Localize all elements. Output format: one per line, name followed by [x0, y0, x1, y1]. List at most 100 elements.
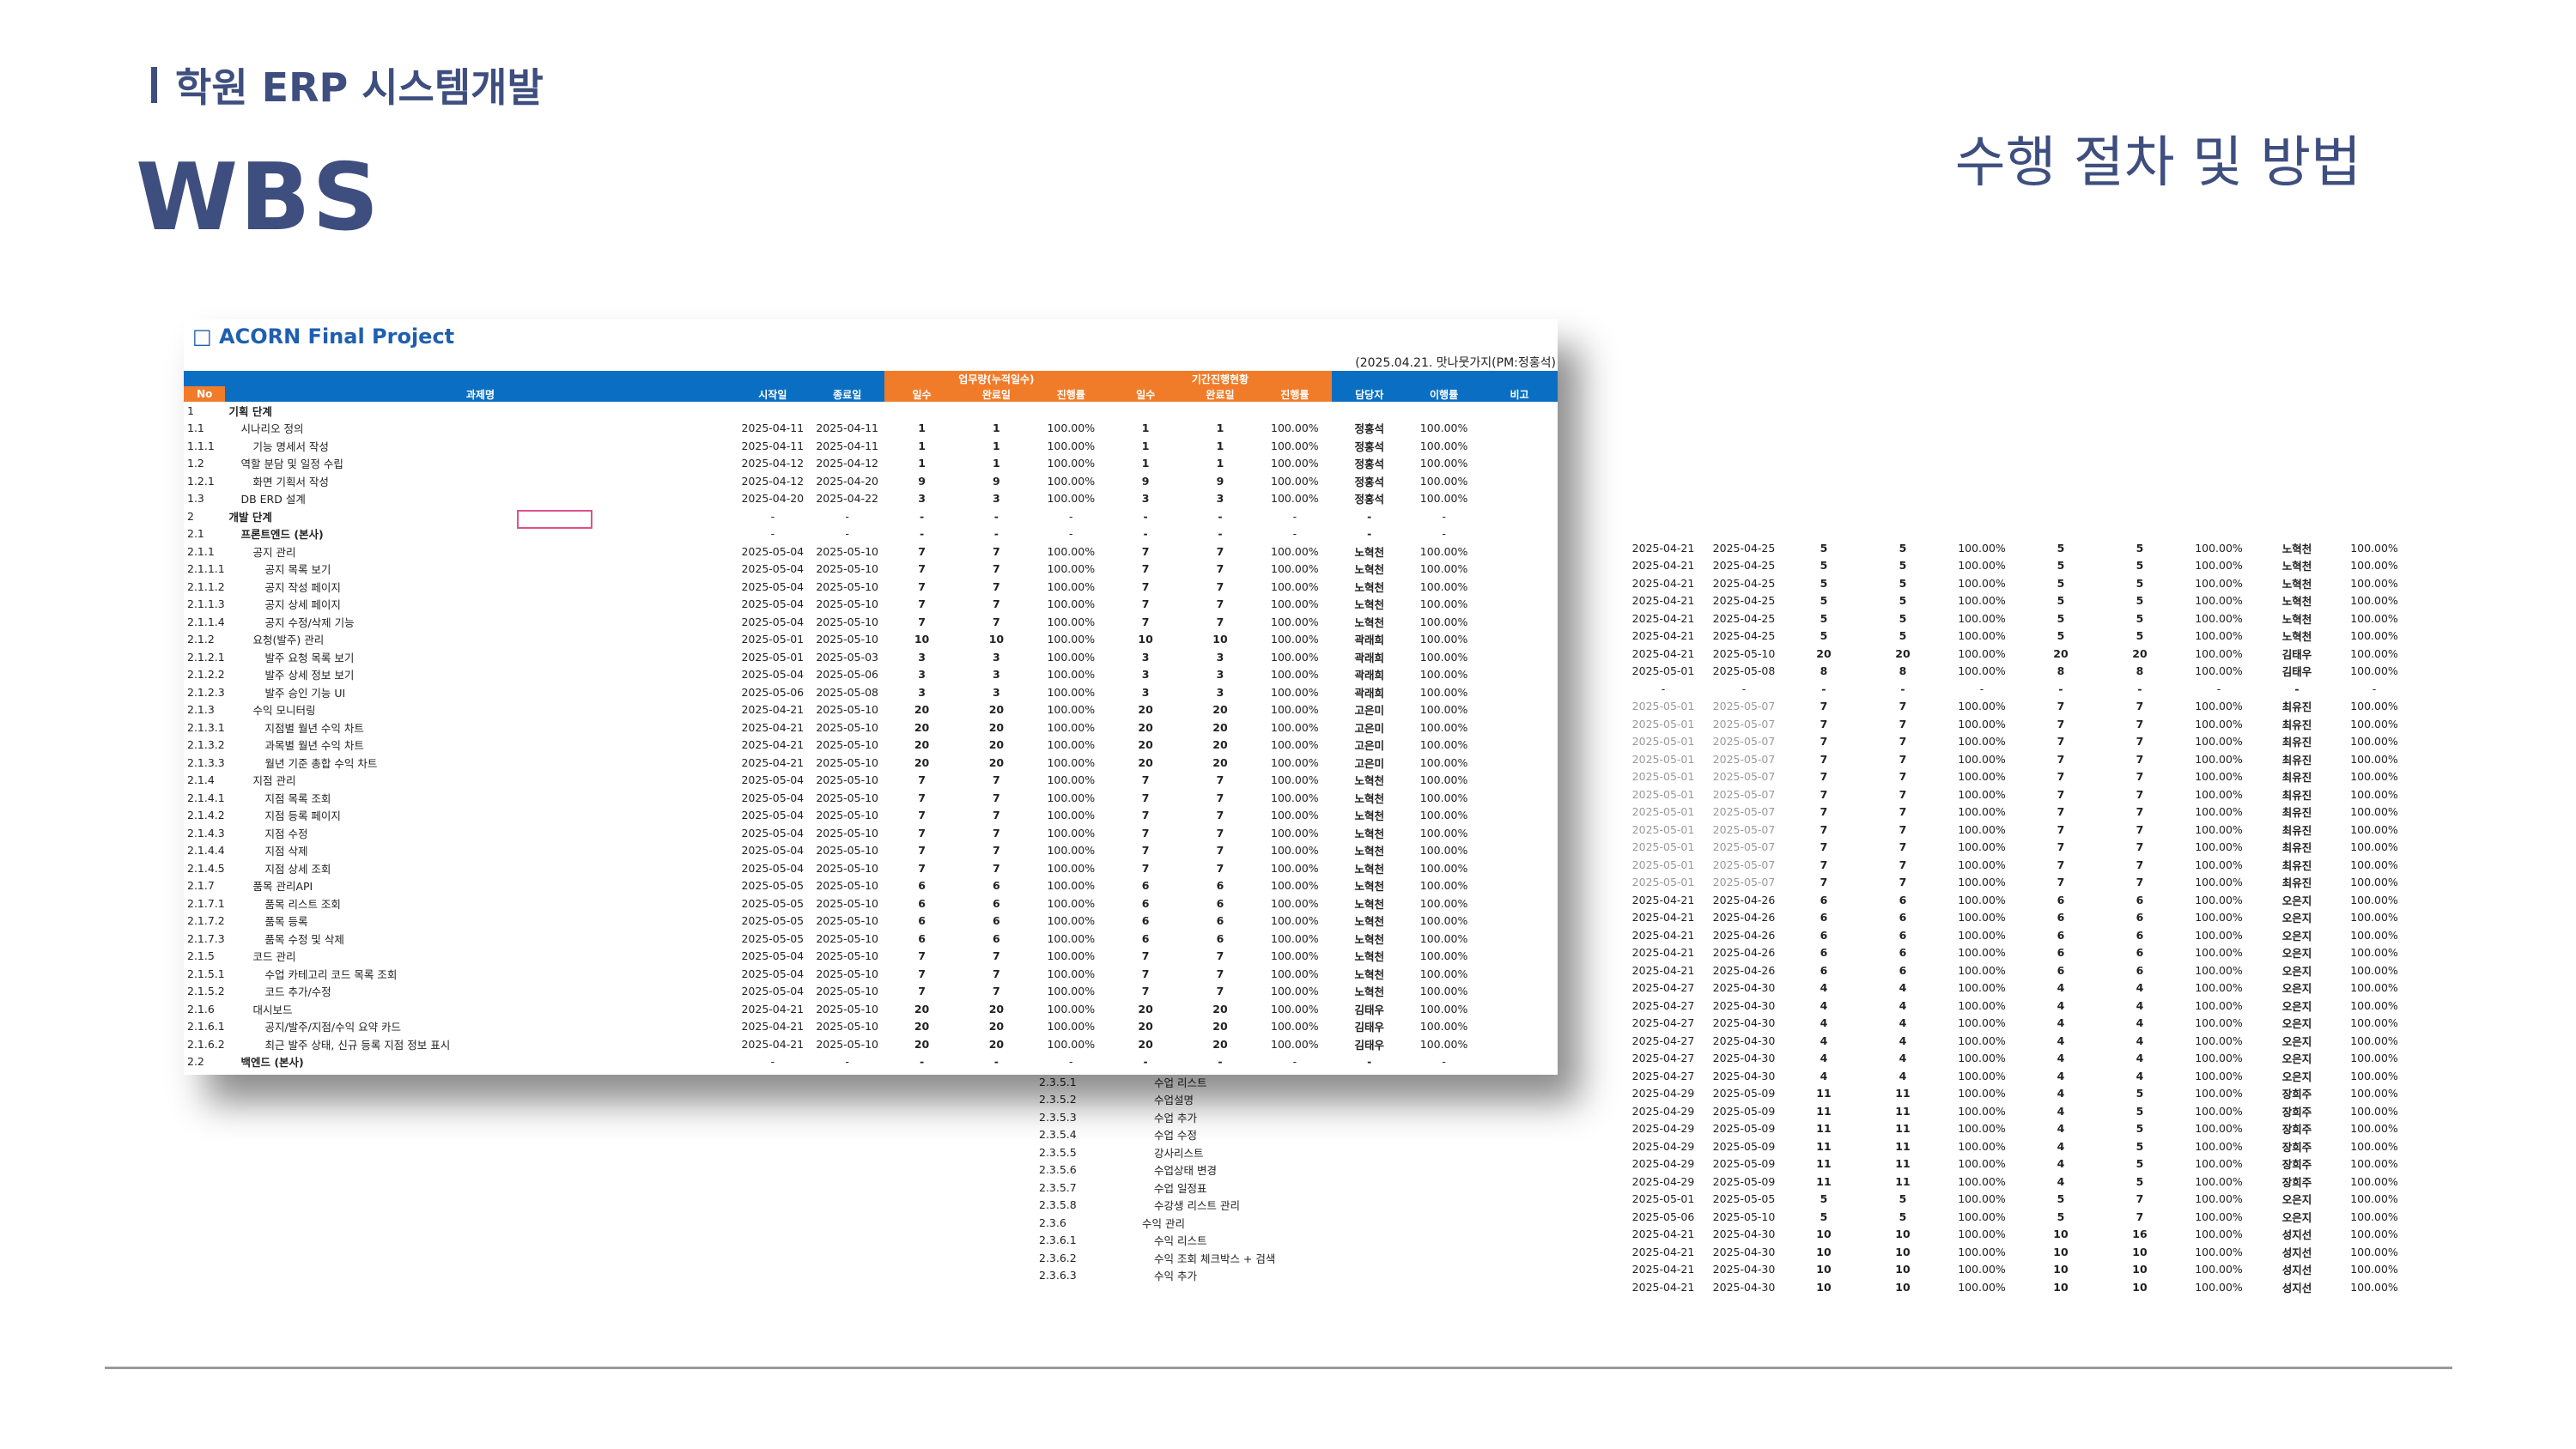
table-cell: 11: [1895, 1122, 1911, 1136]
table-cell: 100.00%: [1271, 703, 1319, 717]
table-cell: 7: [993, 809, 1000, 822]
table-cell: 100.00%: [1271, 492, 1319, 506]
table-cell: 2025-05-10: [816, 562, 878, 576]
table-cell: 1.1.1: [187, 439, 215, 452]
table-cell: 100.00%: [1047, 1037, 1096, 1051]
table-cell: 2025-05-07: [1712, 805, 1776, 819]
table-cell: 11: [1816, 1122, 1832, 1136]
table-cell: 100.00%: [1419, 597, 1468, 611]
table-cell: 장희주: [2281, 1158, 2312, 1172]
table-cell: 3: [918, 668, 926, 682]
table-cell: 3: [918, 650, 926, 664]
table-cell: 수업설명: [1154, 1094, 1194, 1107]
table-cell: 10: [1816, 1280, 1832, 1294]
table-cell: 20: [988, 720, 1005, 734]
table-cell: 2.3.6.2: [1039, 1251, 1077, 1264]
table-cell: 20: [914, 1002, 930, 1016]
table-cell: 10: [1895, 1245, 1911, 1258]
wbs-sheet-right: 2025-04-21 2025-04-25 5 5 100.00% 5 5 100.00% 노혁…: [1623, 539, 2413, 1296]
table-cell: 7: [1820, 822, 1828, 836]
table-row: 1.1 시나리오 정의 2025-04-11 2025-04-11 1 1 100.00% 1…: [184, 420, 1558, 438]
table-cell: 100.00%: [1419, 615, 1468, 628]
table-cell: 6: [993, 931, 1000, 945]
table-cell: 5: [2136, 1174, 2144, 1188]
table-row: 2.1.4.4 지점 삭제 2025-05-04 2025-05-10 7 7 100.00…: [184, 842, 1558, 860]
table-cell: 2025-05-10: [1712, 646, 1776, 660]
table-cell: 100.00%: [2195, 664, 2243, 678]
table-cell: 발주 상세 정보 보기: [264, 669, 355, 682]
table-cell: 노혁천: [2281, 630, 2312, 644]
table-cell: 7: [1216, 615, 1224, 628]
table-cell: 100.00%: [1271, 720, 1319, 734]
table-cell: 100.00%: [2195, 981, 2243, 995]
table-cell: 100.00%: [1047, 879, 1096, 893]
table-cell: 최유진: [2281, 858, 2312, 872]
table-cell: [1481, 754, 1558, 772]
table-cell: 4: [1820, 998, 1828, 1012]
table-row: 2.3.5.8 수강생 리스트 관리: [1036, 1197, 1637, 1215]
table-cell: 100.00%: [1047, 949, 1096, 963]
table-cell: 7: [2057, 876, 2065, 889]
table-cell: 2025-04-30: [1712, 1228, 1776, 1241]
table-cell: 6: [918, 931, 926, 945]
table-cell: 100.00%: [1419, 685, 1468, 699]
table-cell: 2025-05-08: [816, 685, 878, 699]
table-cell: 7: [1820, 735, 1828, 749]
table-cell: 7: [2136, 1210, 2144, 1223]
table-cell: 2025-04-21: [1631, 893, 1695, 906]
table-cell: 100.00%: [1271, 861, 1319, 875]
table-cell: 7: [1820, 858, 1828, 871]
table-cell: 5: [2136, 559, 2144, 573]
table-row: 2.1 프론트엔드 (본사) - - - - - - - - - -: [184, 525, 1558, 543]
table-cell: 6: [1820, 911, 1828, 925]
table-cell: 2.1.1.2: [187, 579, 225, 593]
table-cell: 100.00%: [1047, 703, 1096, 717]
table-cell: 6: [2136, 963, 2144, 977]
table-cell: 2025-05-07: [1712, 770, 1776, 784]
table-cell: 100.00%: [1047, 685, 1096, 699]
table-cell: 7: [2057, 858, 2065, 871]
table-cell: 100.00%: [1958, 1087, 2006, 1100]
table-row: 2.1.7 품목 관리API 2025-05-05 2025-05-10 6 6 100.0…: [184, 877, 1558, 895]
table-cell: [1481, 648, 1558, 666]
table-cell: -: [1367, 1055, 1372, 1069]
table-cell: 100.00%: [1047, 826, 1096, 840]
table-cell: 2025-04-20: [816, 474, 878, 488]
table-cell: 10: [1138, 633, 1153, 646]
table-cell: 4: [2136, 998, 2144, 1012]
table-cell: 7: [2136, 805, 2144, 819]
table-cell: 5: [2136, 541, 2144, 555]
table-cell: 7: [1899, 858, 1907, 871]
table-row: 2025-04-29 2025-05-09 11 11 100.00% 4 5 100.00%…: [1623, 1102, 2413, 1120]
table-cell: 7: [993, 826, 1000, 840]
table-cell: 7: [1820, 840, 1828, 854]
table-cell: [1257, 402, 1332, 420]
table-cell: 100.00%: [1958, 1052, 2006, 1065]
table-cell: 100.00%: [2350, 1263, 2398, 1276]
table-row: 2025-04-21 2025-04-30 10 10 100.00% 10 10 100.0…: [1623, 1261, 2413, 1279]
table-cell: 곽래희: [1354, 634, 1384, 647]
table-cell: 7: [1216, 967, 1224, 980]
table-cell: 2025-05-07: [1712, 822, 1776, 836]
table-cell: 7: [993, 579, 1000, 593]
table-cell: 2.1.4.1: [187, 791, 225, 804]
table-row: 2025-04-29 2025-05-09 11 11 100.00% 4 5 100.00%…: [1623, 1120, 2413, 1138]
table-cell: 100.00%: [1958, 576, 2006, 590]
table-cell: 7: [2057, 822, 2065, 836]
table-row: 2025-04-21 2025-04-26 6 6 100.00% 6 6 100.00% 오은…: [1623, 891, 2413, 909]
table-cell: 100.00%: [2350, 858, 2398, 871]
table-cell: 2025-05-10: [816, 967, 878, 980]
table-cell: 7: [1141, 844, 1150, 858]
table-cell: 1: [918, 439, 926, 452]
table-cell: 7: [1899, 840, 1907, 854]
table-row: 2025-04-21 2025-04-30 10 10 100.00% 10 10 100.0…: [1623, 1278, 2413, 1296]
table-cell: 노혁천: [1354, 985, 1384, 999]
table-cell: [1481, 824, 1558, 842]
table-cell: 지점 관리: [252, 774, 296, 788]
table-cell: 10: [2053, 1245, 2069, 1258]
table-cell: 4: [2057, 1122, 2065, 1136]
table-cell: 노혁천: [2281, 577, 2312, 591]
table-cell: 5: [1899, 611, 1907, 625]
table-cell: 4: [1899, 1016, 1907, 1030]
table-cell: 20: [2132, 646, 2148, 660]
